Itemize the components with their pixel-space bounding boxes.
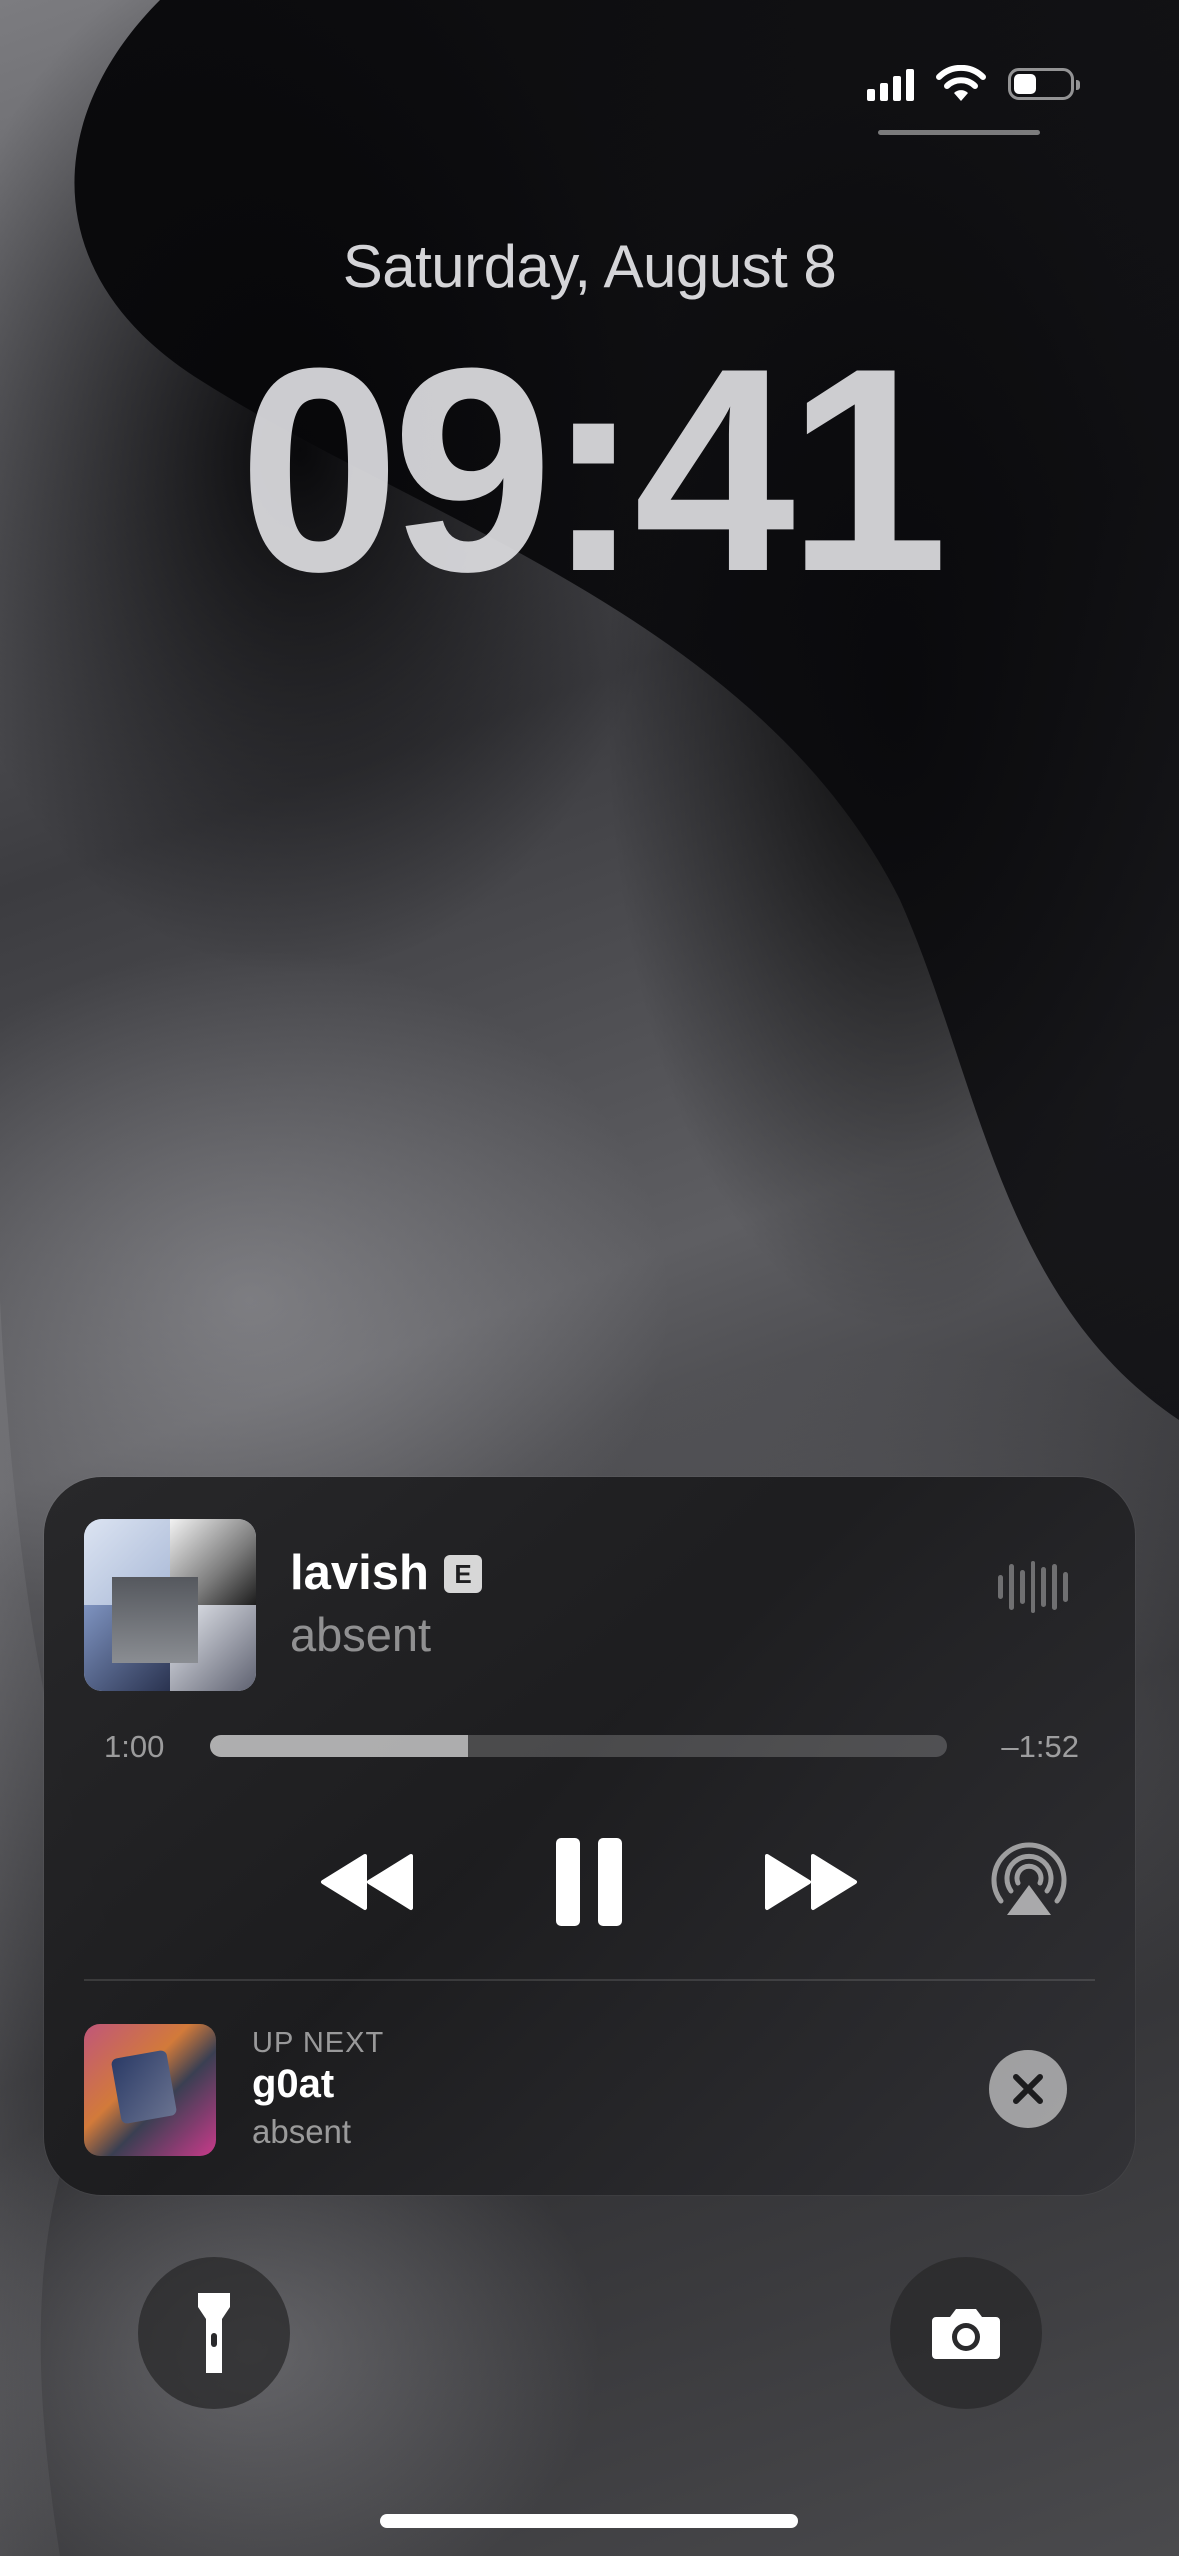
up-next-artist[interactable]: absent bbox=[252, 2113, 351, 2151]
flashlight-button[interactable] bbox=[138, 2257, 290, 2409]
airplay-button[interactable] bbox=[984, 1829, 1074, 1929]
song-title[interactable]: lavish bbox=[290, 1545, 429, 1601]
song-artist[interactable]: absent bbox=[290, 1607, 431, 1662]
lock-screen-clock: 09:41 bbox=[238, 308, 949, 632]
pause-button[interactable] bbox=[544, 1822, 634, 1942]
status-bar-underline bbox=[878, 130, 1040, 135]
close-icon bbox=[1013, 2074, 1043, 2104]
album-artwork[interactable] bbox=[84, 1519, 256, 1691]
remaining-time: –1:52 bbox=[1001, 1729, 1079, 1764]
airplay-audio-icon bbox=[991, 1842, 1067, 1915]
rewind-button[interactable] bbox=[312, 1837, 422, 1927]
remove-up-next-button[interactable] bbox=[989, 2050, 1067, 2128]
status-bar bbox=[867, 62, 1080, 106]
up-next-label: UP NEXT bbox=[252, 2027, 385, 2059]
home-indicator[interactable] bbox=[380, 2514, 798, 2528]
pause-icon bbox=[556, 1838, 622, 1926]
explicit-badge: E bbox=[444, 1555, 482, 1593]
flashlight-icon bbox=[198, 2293, 230, 2373]
rewind-icon bbox=[321, 1854, 413, 1910]
widget-divider bbox=[84, 1979, 1095, 1981]
battery-low-icon bbox=[1008, 68, 1080, 100]
camera-button[interactable] bbox=[890, 2257, 1042, 2409]
fast-forward-button[interactable] bbox=[756, 1837, 866, 1927]
fast-forward-icon bbox=[765, 1854, 857, 1910]
lock-screen-date: Saturday, August 8 bbox=[342, 233, 837, 300]
cellular-signal-icon bbox=[867, 67, 914, 101]
wifi-icon bbox=[936, 65, 986, 101]
camera-icon bbox=[932, 2309, 1000, 2359]
playback-progress-fill bbox=[210, 1735, 468, 1757]
elapsed-time: 1:00 bbox=[104, 1729, 165, 1764]
up-next-artwork[interactable] bbox=[84, 2024, 216, 2156]
now-playing-widget[interactable]: lavish E absent 1:00 –1:52 UP NEXT g0at … bbox=[44, 1477, 1135, 2195]
audio-waveform-icon[interactable] bbox=[998, 1559, 1069, 1615]
up-next-title[interactable]: g0at bbox=[252, 2062, 334, 2107]
playback-scrubber[interactable] bbox=[210, 1735, 947, 1757]
